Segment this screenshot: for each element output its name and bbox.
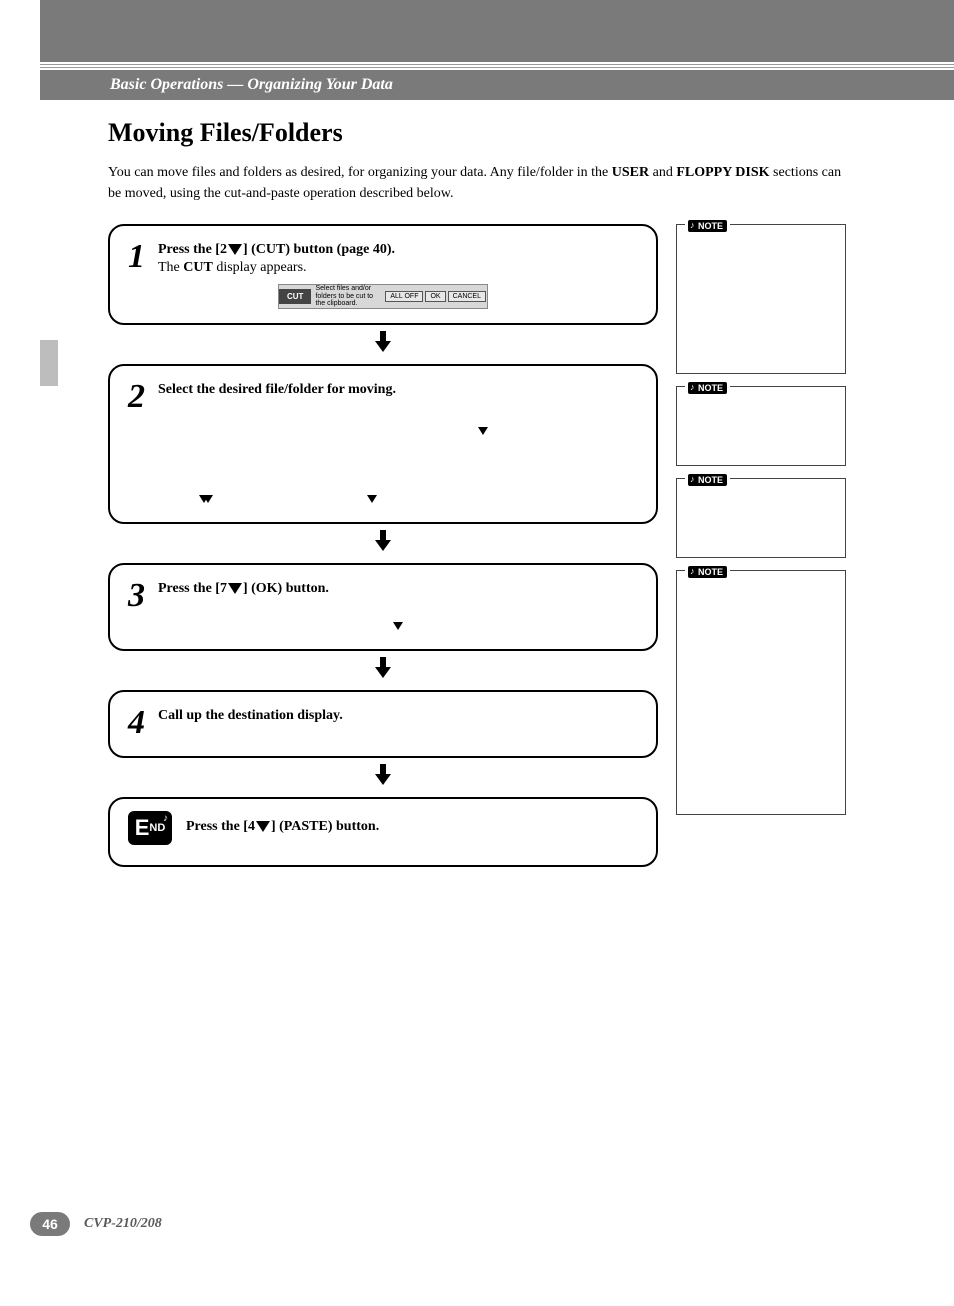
note-label: NOTE [685,470,730,488]
note-label: NOTE [685,378,730,396]
triangle-row-1 [128,422,638,440]
side-thumb-tab [40,340,58,386]
down-triangle-icon [203,495,213,503]
step-3-box: 3 Press the [7] (OK) button. [108,563,658,651]
step-number: 2 [128,378,154,416]
step-1-text: Press the [2] (CUT) button (page 40). Th… [158,238,395,276]
triangle-row-2 [128,490,638,508]
two-column-layout: 1 Press the [2] (CUT) button (page 40). … [108,224,846,867]
breadcrumb-text: Basic Operations — Organizing Your Data [110,76,393,93]
down-triangle-icon [228,583,242,594]
step-1-box: 1 Press the [2] (CUT) button (page 40). … [108,224,658,325]
down-arrow-icon [373,331,393,353]
step-end-box: END♪ Press the [4] (PASTE) button. [108,797,658,867]
flow-arrow [108,325,658,364]
down-arrow-icon [373,530,393,552]
down-triangle-icon [478,427,488,435]
step-end-text: Press the [4] (PASTE) button. [186,811,379,835]
cut-display-strip: CUT Select files and/or folders to be cu… [278,284,488,309]
down-arrow-icon [373,657,393,679]
flow-arrow [108,651,658,690]
note-label: NOTE [685,562,730,580]
note-label: NOTE [685,216,730,234]
steps-column: 1 Press the [2] (CUT) button (page 40). … [108,224,658,867]
breadcrumb-bar: Basic Operations — Organizing Your Data [40,70,954,100]
step-4-box: 4 Call up the destination display. [108,690,658,758]
page-number-badge: 46 [30,1212,70,1236]
note-box-2: NOTE [676,386,846,466]
triangle-row [128,617,638,635]
note-badge-icon: NOTE [688,566,727,578]
note-badge-icon: NOTE [688,382,727,394]
step-2-box: 2 Select the desired file/folder for mov… [108,364,658,524]
down-triangle-icon [256,821,270,832]
intro-bold-floppy: FLOPPY DISK [676,165,769,180]
intro-text: and [649,165,676,180]
note-badge-icon: NOTE [688,474,727,486]
step-number: 1 [128,238,154,276]
top-band [40,0,954,62]
intro-bold-user: USER [612,165,649,180]
note-box-4: NOTE [676,570,846,815]
content-area: Moving Files/Folders You can move files … [0,100,954,867]
notes-column: NOTE NOTE NOTE NOTE [676,224,846,827]
header-divider [40,64,954,68]
flow-arrow [108,524,658,563]
step-number: 4 [128,704,154,742]
page-title: Moving Files/Folders [108,118,846,148]
down-triangle-icon [393,622,403,630]
page-footer: 46 CVP-210/208 [30,1212,162,1236]
down-triangle-icon [228,244,242,255]
cut-label: CUT [279,289,311,304]
flow-arrow [108,758,658,797]
note-box-1: NOTE [676,224,846,374]
cancel-button: CANCEL [448,291,486,302]
alloff-button: ALL OFF [385,291,423,302]
step-1-subtext: The CUT display appears. [158,260,395,276]
cut-message: Select files and/or folders to be cut to… [311,285,384,308]
down-arrow-icon [373,764,393,786]
down-triangle-icon [367,495,377,503]
step-number: 3 [128,577,154,615]
note-badge-icon: NOTE [688,220,727,232]
ok-button: OK [425,291,445,302]
step-4-text: Call up the destination display. [158,704,343,724]
intro-text: You can move files and folders as desire… [108,165,612,180]
end-badge: END♪ [128,811,172,845]
note-box-3: NOTE [676,478,846,558]
step-3-text: Press the [7] (OK) button. [158,577,329,597]
model-number: CVP-210/208 [84,1216,162,1232]
intro-paragraph: You can move files and folders as desire… [108,162,846,204]
step-2-text: Select the desired file/folder for movin… [158,378,396,398]
